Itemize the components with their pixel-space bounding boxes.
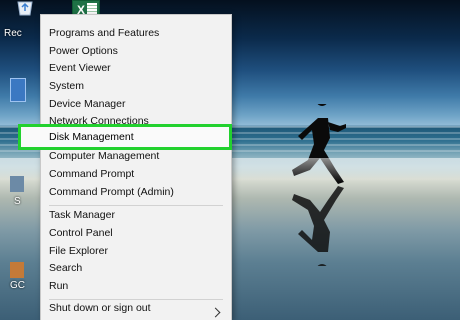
recycle-bin-icon[interactable] bbox=[14, 0, 36, 16]
runner-silhouette bbox=[292, 104, 346, 184]
menu-item-run[interactable]: Run bbox=[41, 277, 231, 295]
recycle-bin-label[interactable]: Rec bbox=[4, 28, 22, 39]
menu-item-command-prompt[interactable]: Command Prompt bbox=[41, 165, 231, 183]
desktop-shortcut-label[interactable]: GC bbox=[10, 280, 25, 291]
desktop-shortcut-icon[interactable] bbox=[10, 78, 26, 102]
menu-item-file-explorer[interactable]: File Explorer bbox=[41, 242, 231, 260]
menu-item-command-prompt-admin[interactable]: Command Prompt (Admin) bbox=[41, 183, 231, 201]
desktop-shortcut-icon[interactable] bbox=[10, 176, 24, 192]
menu-item-search[interactable]: Search bbox=[41, 259, 231, 277]
menu-item-programs-and-features[interactable]: Programs and Features bbox=[41, 24, 231, 42]
menu-item-shut-down-or-sign-out[interactable]: Shut down or sign out bbox=[41, 299, 231, 317]
menu-item-power-options[interactable]: Power Options bbox=[41, 42, 231, 60]
runner-reflection bbox=[292, 186, 344, 266]
menu-item-task-manager[interactable]: Task Manager bbox=[41, 206, 231, 224]
power-user-menu: Programs and Features Power Options Even… bbox=[40, 14, 232, 320]
menu-item-control-panel[interactable]: Control Panel bbox=[41, 224, 231, 242]
menu-item-disk-management[interactable]: Disk Management bbox=[21, 128, 229, 146]
menu-item-event-viewer[interactable]: Event Viewer bbox=[41, 59, 231, 77]
desktop-shortcut-icon[interactable] bbox=[10, 262, 24, 278]
menu-item-system[interactable]: System bbox=[41, 77, 231, 95]
highlight-box: Disk Management bbox=[18, 124, 232, 150]
menu-item-device-manager[interactable]: Device Manager bbox=[41, 95, 231, 113]
desktop-shortcut-label[interactable]: S bbox=[14, 196, 21, 207]
